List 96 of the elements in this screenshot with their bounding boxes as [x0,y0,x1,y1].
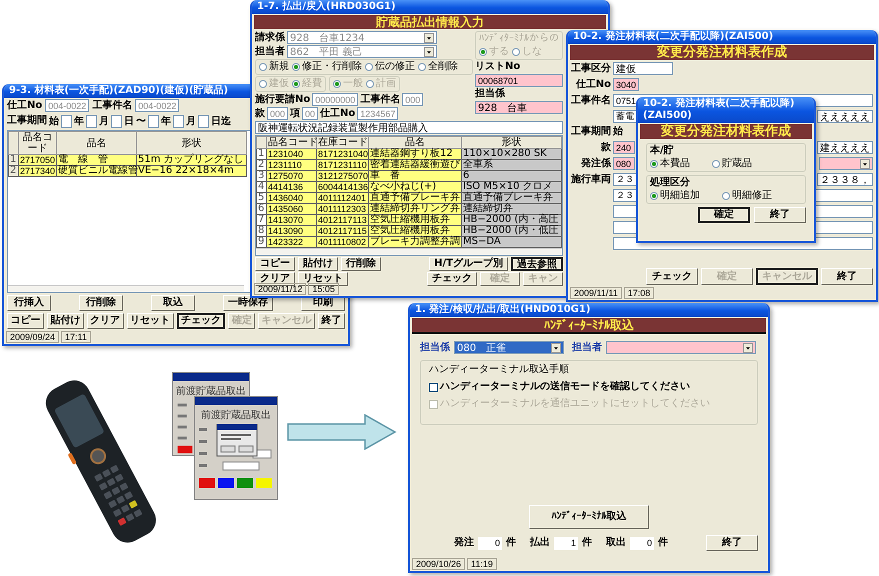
field-label: 取出 [606,537,626,549]
table-cell: 空気圧縮機用板弁 [368,214,462,226]
table-cell: 51m カップリングなし [136,154,246,166]
table-cell: 直通予備ブレーキ弁 [368,192,462,204]
table-cell: MS−DA [462,236,562,248]
column-header: 形状 [136,132,246,154]
table-cell: 6 [256,204,266,214]
field-label: 担当係 [420,342,450,354]
table-cell: 4 [256,182,266,192]
table-cell: 2 [256,160,266,170]
field-label: 始 [613,126,623,138]
field-label: 担当係 [475,88,506,100]
table-cell: 1 [256,148,266,160]
table-cell: 直通予備ブレーキ弁 [462,192,562,204]
field-label: 月 [99,115,109,128]
table-cell: 連結締切弁 [462,204,562,214]
field-label: 工事区分 [571,62,611,74]
table-cell: ブレーキ力調整弁調 [368,236,462,248]
field-label: 件 [658,537,668,549]
field-label: 発注 [454,537,474,549]
field-label: 件 [582,537,592,549]
column-header: 品名 [368,136,462,148]
field-label: 請求係 [255,32,285,44]
field-label: 仕工No [320,108,356,120]
group-label: ハンディーターミナル取込手順 [429,364,570,376]
status-text: 17:11 [61,331,91,343]
table-cell: 8 [256,226,266,236]
banner-title: 変更分発注材料表作成 [570,45,874,60]
status-text: 17:08 [624,287,654,299]
table-cell: 1 [8,154,18,166]
field-label: 款 [601,142,611,154]
column-header: 在庫コード [316,136,368,148]
column-header: 形状 [462,136,562,148]
field-label: リストNo [475,61,522,73]
table-cell: 3 [256,170,266,182]
field-label: 件 [506,537,516,549]
field-label: 始 [49,114,59,128]
status-text: 2009/11/12 [254,283,306,295]
table-cell: 空気圧縮機用板弁 [368,226,462,236]
table-cell: 5 [256,192,266,204]
field-label: 月 [186,115,196,128]
table-cell: 連結器鋼すり板12 [368,148,462,160]
table-cell: 9 [256,236,266,248]
group-label: 本/貯 [650,145,675,157]
table-cell: 全車系 [462,160,562,170]
table-cell: VE−16 22×18×4m [136,166,246,176]
field-label: 年 [161,114,171,128]
status-text: 15:05 [308,283,339,295]
field-label: 款 [255,108,265,120]
field-label: 工事期間 [571,126,611,138]
window-title: 10-2. 発注材料表(二次手配以降)(ZAI500) [638,97,814,123]
table-cell: 110×10×280 SK [462,148,562,160]
group-label: ﾊﾝﾃﾞｨﾀｰﾐﾅﾙからの [479,33,559,45]
field-label: 工事件名 [571,94,611,106]
field-label: 項 [290,108,300,120]
screen-heading: 前渡貯蔵品取出 [176,384,246,398]
field-label: 払出 [530,537,550,549]
field-label: 工事期間 [7,115,47,127]
field-label: 年 [74,114,84,128]
field-label: 担当者 [572,342,602,354]
status-text: 2009/11/11 [570,287,622,299]
field-label: 日迄 [211,114,231,128]
column-header: 品名コード [266,136,316,148]
field-label: 担当者 [255,46,285,58]
status-text: 2009/09/24 [6,331,60,343]
field-label: 〜 [136,115,146,128]
table-cell: 連結締切弁リング弁 [368,204,462,214]
table-cell: 密着連結器緩衝遊び [368,160,462,170]
banner-title: ﾊﾝﾃﾞｨｰﾀｰﾐﾅﾙ取込 [412,318,766,334]
field-label: 工事件名 [92,100,132,112]
table-cell: 電 線 管 [56,154,136,166]
field-label: 仕工No [7,100,42,112]
field-label: 発注係 [581,158,611,170]
table-cell: 7 [256,214,266,226]
group-label: 処理区分 [650,177,690,189]
column-header: 品名コード [18,132,56,154]
window-title: 10-2. 発注材料表(二次手配以降)(ZAI500) [568,30,876,44]
column-header: 品名 [56,132,136,154]
banner-title: 変更分発注材料表作成 [640,124,812,139]
table-cell: なべ小ねじ(+) [368,182,462,192]
window-title: 1. 発注/検収/払出/取出(HND010G1) [410,303,768,317]
screen-heading: 前渡貯蔵品取出 [201,408,271,422]
window-title: 1-7. 払出/戻入(HRD030G1) [252,0,608,14]
banner-title: 貯蔵品払出情報入力 [254,15,606,29]
table-cell: HB−2000 (内・低圧 [462,226,562,236]
table-cell: ISO M5×10 クロメ [462,182,562,192]
table-cell: 車 番 [368,170,462,182]
table-cell: HB−2000 (内・高圧 [462,214,562,226]
field-label: 日 [124,115,134,128]
status-text: 11:19 [467,558,497,570]
field-label: 施行車両 [571,174,611,186]
field-label: 仕工No [576,78,611,90]
table-cell: 2 [8,166,18,176]
status-text: 2009/10/26 [412,558,466,570]
field-label: 工事件名 [360,94,400,106]
table-cell: 6 [462,170,562,182]
